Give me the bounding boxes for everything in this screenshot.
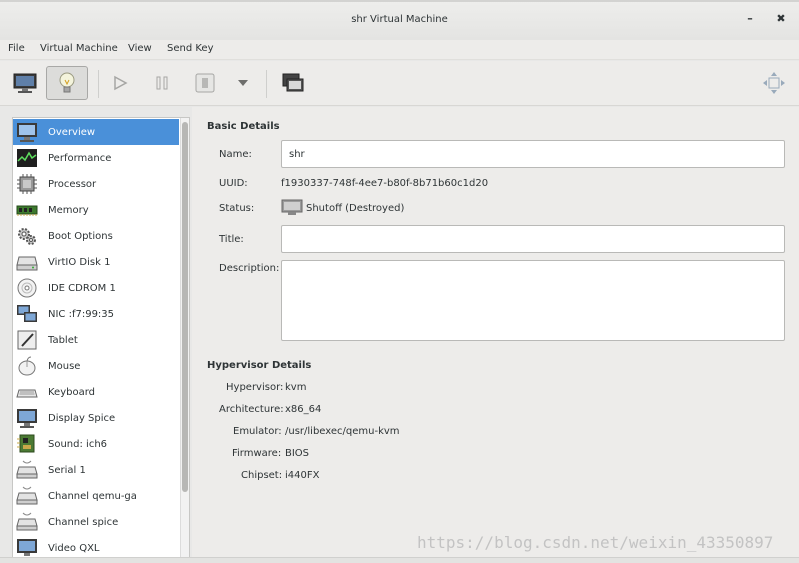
- mouse-icon: [18, 356, 36, 376]
- channel-icon: [16, 512, 38, 531]
- details-lightbulb-icon[interactable]: [46, 66, 88, 100]
- status-label: Status:: [219, 203, 255, 214]
- processor-chip-icon: [17, 174, 37, 194]
- menu-file[interactable]: File: [8, 43, 25, 54]
- snapshots-icon[interactable]: [277, 66, 309, 100]
- sidebar-item-serial[interactable]: Serial 1: [13, 457, 179, 483]
- sidebar-item-processor[interactable]: Processor: [13, 171, 179, 197]
- sidebar-item-mouse[interactable]: Mouse: [13, 353, 179, 379]
- sidebar-item-label: Channel spice: [48, 517, 119, 528]
- close-button[interactable]: ✖: [774, 11, 788, 27]
- video-icon: [17, 539, 37, 556]
- watermark-text: https://blog.csdn.net/weixin_43350897: [417, 533, 774, 552]
- sidebar-item-performance[interactable]: Performance: [13, 145, 179, 171]
- channel-icon: [16, 486, 38, 505]
- sidebar-item-overview[interactable]: Overview: [13, 119, 179, 145]
- sidebar-item-label: Processor: [48, 179, 97, 190]
- pause-icon[interactable]: [146, 66, 178, 100]
- firmware-label: Firmware:: [232, 448, 282, 459]
- details-pane: Basic Details Name: shr UUID: f1930337-7…: [192, 107, 799, 563]
- sidebar-item-label: Display Spice: [48, 413, 116, 424]
- sidebar-item-keyboard[interactable]: Keyboard: [13, 379, 179, 405]
- basic-details-heading: Basic Details: [207, 121, 280, 132]
- sidebar-item-label: Serial 1: [48, 465, 86, 476]
- sidebar-item-label: Tablet: [48, 335, 78, 346]
- uuid-value: f1930337-748f-4ee7-b80f-8b71b60c1d20: [281, 178, 489, 189]
- menu-send-key[interactable]: Send Key: [167, 43, 214, 54]
- shutdown-icon[interactable]: [189, 66, 221, 100]
- architecture-label: Architecture:: [219, 404, 284, 415]
- serial-icon: [16, 460, 38, 479]
- sidebar-item-display-spice[interactable]: Display Spice: [13, 405, 179, 431]
- console-monitor-icon[interactable]: [9, 66, 41, 100]
- name-field[interactable]: shr: [281, 140, 785, 168]
- taskbar-strip: [0, 557, 799, 563]
- shutdown-dropdown-icon[interactable]: [227, 66, 259, 100]
- hypervisor-label: Hypervisor:: [226, 382, 284, 393]
- status-shutoff-icon: [281, 199, 303, 215]
- menu-bar: File Virtual Machine View Send Key: [0, 40, 799, 60]
- chipset-label: Chipset:: [241, 470, 283, 481]
- chipset-value: i440FX: [285, 470, 320, 481]
- status-value: Shutoff (Destroyed): [306, 203, 405, 214]
- sidebar-item-label: NIC :f7:99:35: [48, 309, 115, 320]
- tablet-icon: [17, 330, 37, 350]
- minimize-button[interactable]: –: [743, 11, 757, 27]
- hypervisor-value: kvm: [285, 382, 307, 393]
- uuid-label: UUID:: [219, 178, 248, 189]
- window-title: shr Virtual Machine: [351, 14, 448, 25]
- disk-icon: [16, 256, 38, 271]
- sidebar-item-channel-qemu-ga[interactable]: Channel qemu-ga: [13, 483, 179, 509]
- sidebar-item-label: Sound: ich6: [48, 439, 108, 450]
- network-icon: [17, 305, 37, 322]
- hypervisor-details-heading: Hypervisor Details: [207, 360, 312, 371]
- performance-graph-icon: [17, 149, 37, 167]
- title-field[interactable]: [281, 225, 785, 253]
- sidebar-item-nic[interactable]: NIC :f7:99:35: [13, 301, 179, 327]
- sidebar-item-label: Performance: [48, 153, 112, 164]
- run-play-icon[interactable]: [104, 66, 136, 100]
- sidebar-item-label: Memory: [48, 205, 89, 216]
- toolbar: [0, 61, 799, 106]
- name-label: Name:: [219, 149, 252, 160]
- sidebar-item-virtio-disk[interactable]: VirtIO Disk 1: [13, 249, 179, 275]
- menu-virtual-machine[interactable]: Virtual Machine: [40, 43, 118, 54]
- boot-gears-icon: [18, 228, 36, 245]
- sidebar-item-label: Mouse: [48, 361, 81, 372]
- sidebar-item-label: Keyboard: [48, 387, 96, 398]
- sidebar-item-sound[interactable]: Sound: ich6: [13, 431, 179, 457]
- display-icon: [17, 409, 37, 428]
- sidebar-item-label: Overview: [48, 127, 96, 138]
- sidebar-item-label: IDE CDROM 1: [48, 283, 116, 294]
- toolbar-separator: [266, 70, 267, 98]
- overview-monitor-icon: [17, 123, 37, 142]
- sidebar-item-memory[interactable]: Memory: [13, 197, 179, 223]
- sidebar-item-label: Video QXL: [48, 543, 100, 554]
- hardware-list: Overview Performance Processor Memory Bo…: [12, 117, 190, 563]
- sidebar-item-boot-options[interactable]: Boot Options: [13, 223, 179, 249]
- title-label: Title:: [219, 234, 244, 245]
- keyboard-icon: [16, 389, 38, 398]
- firmware-value: BIOS: [285, 448, 310, 459]
- cdrom-icon: [17, 278, 37, 298]
- sidebar-scrollbar-thumb[interactable]: [182, 122, 188, 492]
- description-field[interactable]: [281, 260, 785, 341]
- description-label: Description:: [219, 263, 280, 274]
- title-bar-edge: [0, 0, 799, 2]
- title-bar: shr Virtual Machine – ✖: [0, 0, 799, 40]
- sound-card-icon: [17, 434, 35, 453]
- sidebar-item-label: Boot Options: [48, 231, 113, 242]
- architecture-value: x86_64: [285, 404, 322, 415]
- sidebar-item-label: Channel qemu-ga: [48, 491, 137, 502]
- fullscreen-resize-icon[interactable]: [758, 66, 790, 100]
- memory-ram-icon: [16, 205, 38, 216]
- sidebar-item-channel-spice[interactable]: Channel spice: [13, 509, 179, 535]
- menu-view[interactable]: View: [128, 43, 152, 54]
- toolbar-separator: [98, 70, 99, 98]
- sidebar-item-ide-cdrom[interactable]: IDE CDROM 1: [13, 275, 179, 301]
- sidebar-item-tablet[interactable]: Tablet: [13, 327, 179, 353]
- emulator-label: Emulator:: [233, 426, 282, 437]
- emulator-value: /usr/libexec/qemu-kvm: [285, 426, 400, 437]
- sidebar-item-label: VirtIO Disk 1: [48, 257, 111, 268]
